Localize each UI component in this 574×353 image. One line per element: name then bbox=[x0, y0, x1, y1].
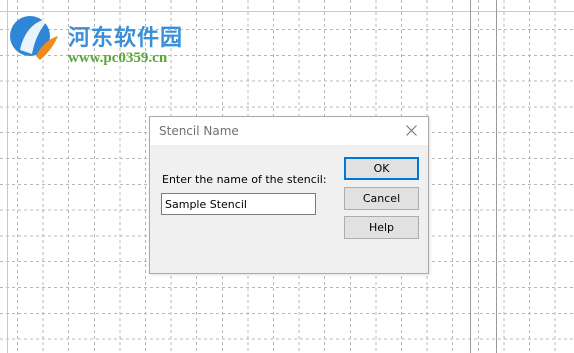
watermark-url: www.pc0359.cn bbox=[68, 50, 168, 66]
site-logo bbox=[10, 16, 58, 60]
cancel-button[interactable]: Cancel bbox=[344, 187, 419, 210]
ok-button[interactable]: OK bbox=[344, 157, 419, 180]
stencil-name-dialog: Stencil Name Enter the name of the stenc… bbox=[149, 116, 429, 274]
dialog-titlebar[interactable]: Stencil Name bbox=[150, 117, 428, 145]
watermark: 河东软件园 www.pc0359.cn bbox=[6, 10, 206, 70]
stencil-name-label: Enter the name of the stencil: bbox=[162, 173, 327, 186]
dialog-title: Stencil Name bbox=[159, 124, 239, 138]
close-icon bbox=[406, 125, 417, 136]
stencil-name-input[interactable] bbox=[161, 193, 316, 215]
help-button[interactable]: Help bbox=[344, 216, 419, 239]
close-button[interactable] bbox=[396, 117, 428, 145]
watermark-title: 河东软件园 bbox=[68, 26, 184, 51]
